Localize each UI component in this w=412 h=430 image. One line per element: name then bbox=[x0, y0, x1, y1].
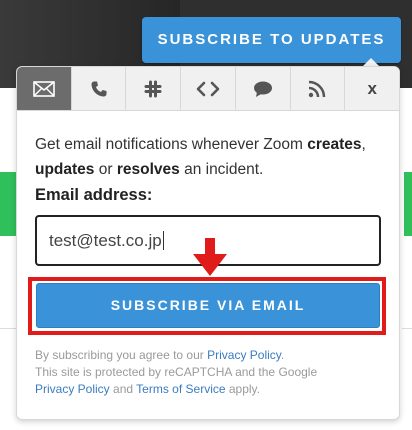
desc-resolves: resolves bbox=[116, 161, 180, 178]
desc-updates: updates bbox=[35, 161, 95, 178]
email-value: test@test.co.jp bbox=[49, 231, 162, 250]
privacy-policy-link[interactable]: Privacy Policy bbox=[207, 348, 281, 362]
annotation-arrow-down-icon bbox=[193, 254, 227, 276]
desc-text: or bbox=[94, 161, 117, 178]
tab-chat[interactable] bbox=[236, 67, 291, 110]
status-banner-right bbox=[404, 172, 412, 236]
rss-icon bbox=[309, 80, 326, 97]
tab-webhook[interactable] bbox=[181, 67, 236, 110]
legal-text: This site is protected by reCAPTCHA and … bbox=[35, 365, 318, 379]
tab-slack[interactable] bbox=[126, 67, 182, 110]
close-icon: x bbox=[367, 78, 377, 98]
subscribe-via-email-button[interactable]: SUBSCRIBE VIA EMAIL bbox=[36, 283, 380, 328]
email-label: Email address: bbox=[35, 186, 153, 204]
tab-email[interactable] bbox=[17, 67, 72, 110]
slack-icon bbox=[144, 80, 162, 97]
terms-of-service-link[interactable]: Terms of Service bbox=[136, 382, 225, 396]
google-privacy-policy-link[interactable]: Privacy Policy bbox=[35, 382, 110, 396]
divider bbox=[0, 328, 16, 329]
divider bbox=[402, 328, 412, 329]
tab-close[interactable]: x bbox=[345, 67, 399, 110]
desc-text: , bbox=[361, 136, 366, 153]
speech-bubble-icon bbox=[253, 81, 272, 97]
desc-text: Get email notifications whenever Zoom bbox=[35, 136, 308, 153]
tab-sms[interactable] bbox=[72, 67, 127, 110]
form-description: Get email notifications whenever Zoom cr… bbox=[35, 132, 381, 182]
envelope-icon bbox=[33, 80, 55, 97]
tab-rss[interactable] bbox=[291, 67, 346, 110]
legal-text: By subscribing you agree to our bbox=[35, 348, 208, 362]
text-cursor bbox=[162, 231, 164, 250]
legal-text: and bbox=[109, 382, 137, 396]
phone-icon bbox=[91, 81, 107, 96]
subscription-tabs: x bbox=[17, 67, 399, 111]
code-icon bbox=[196, 81, 220, 96]
subscribe-to-updates-button[interactable]: SUBSCRIBE TO UPDATES bbox=[142, 17, 401, 63]
legal-text: apply. bbox=[225, 382, 260, 396]
legal-text: . bbox=[280, 348, 285, 362]
legal-notice: By subscribing you agree to our Privacy … bbox=[35, 347, 385, 398]
desc-text: an incident. bbox=[179, 161, 264, 178]
desc-creates: creates bbox=[307, 136, 362, 153]
